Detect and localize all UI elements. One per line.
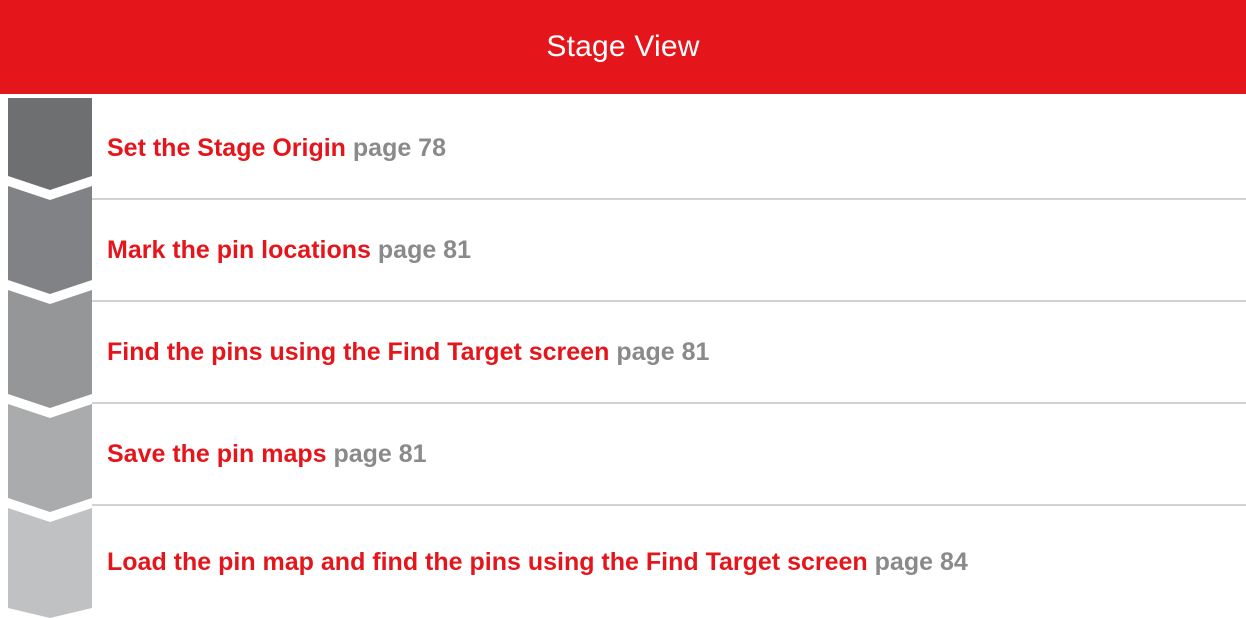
step-chevron-3 bbox=[8, 290, 92, 408]
step-page-ref: page 78 bbox=[352, 134, 446, 162]
step-chevron-2 bbox=[8, 186, 92, 294]
step-row-1: Set the Stage Origin page 78 bbox=[107, 98, 1246, 198]
workflow-steps: Set the Stage Origin page 78 Mark the pi… bbox=[0, 98, 1246, 618]
page-header: Stage View bbox=[0, 0, 1246, 94]
step-chevron-column bbox=[8, 98, 92, 618]
step-link-mark-pin-locations[interactable]: Mark the pin locations bbox=[107, 236, 371, 264]
step-page-ref: page 81 bbox=[616, 338, 710, 366]
step-page-ref: page 81 bbox=[333, 440, 427, 468]
step-row-2: Mark the pin locations page 81 bbox=[107, 200, 1246, 300]
step-link-save-pin-maps[interactable]: Save the pin maps bbox=[107, 440, 327, 468]
step-row-4: Save the pin maps page 81 bbox=[107, 404, 1246, 504]
page-title: Stage View bbox=[546, 30, 700, 63]
step-row-5: Load the pin map and find the pins using… bbox=[107, 506, 1246, 618]
step-page-ref: page 84 bbox=[874, 548, 968, 576]
step-link-find-pins[interactable]: Find the pins using the Find Target scre… bbox=[107, 338, 609, 366]
step-text-3: Find the pins using the Find Target scre… bbox=[107, 335, 1246, 369]
step-row-3: Find the pins using the Find Target scre… bbox=[107, 302, 1246, 402]
step-chevron-1 bbox=[8, 98, 92, 190]
step-chevron-4 bbox=[8, 404, 92, 512]
step-link-load-pin-map[interactable]: Load the pin map and find the pins using… bbox=[107, 548, 868, 576]
step-text-2: Mark the pin locations page 81 bbox=[107, 233, 1246, 267]
step-page-ref: page 81 bbox=[377, 236, 471, 264]
step-chevron-5 bbox=[8, 508, 92, 618]
step-text-1: Set the Stage Origin page 78 bbox=[107, 131, 1246, 165]
step-link-set-stage-origin[interactable]: Set the Stage Origin bbox=[107, 134, 346, 162]
step-text-4: Save the pin maps page 81 bbox=[107, 437, 1246, 471]
step-text-5: Load the pin map and find the pins using… bbox=[107, 545, 1246, 579]
